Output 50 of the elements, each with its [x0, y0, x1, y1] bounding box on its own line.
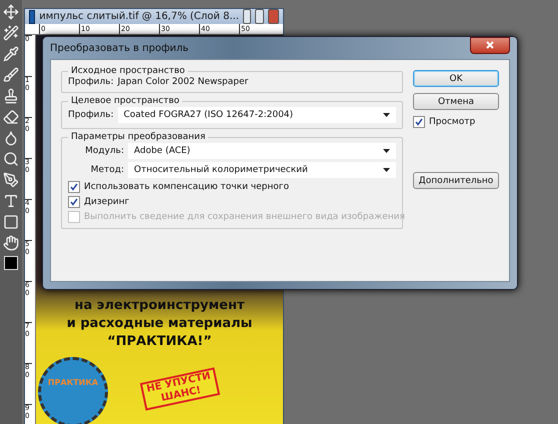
checkbox-label: Просмотр [429, 117, 476, 127]
field-label: Профиль: [68, 110, 114, 120]
app-icon [29, 10, 36, 24]
option-dropdown[interactable]: Относительный колориметрический [128, 162, 396, 178]
field-label: Профиль: [68, 77, 114, 87]
dropdown-arrow-icon [383, 113, 390, 117]
group-title: Целевое пространство [70, 96, 180, 106]
maximize-button[interactable] [255, 9, 264, 24]
ok-button[interactable]: OK [413, 70, 499, 87]
eraser-icon[interactable] [3, 109, 19, 125]
checkbox-label: Использовать компенсацию точки черного [84, 182, 289, 192]
group-title: Исходное пространство [70, 66, 186, 76]
field-label: Метод: [90, 165, 124, 175]
dialog-title: Преобразовать в профиль [50, 42, 189, 54]
window-title: импульс слитый.tif @ 16,7% (Слой 8... [39, 11, 239, 22]
poster-text: “ПРАКТИКА!” [107, 333, 212, 351]
sticker-text: ШАНС! [160, 384, 202, 405]
checkbox[interactable] [413, 116, 425, 128]
group-title: Параметры преобразования [70, 132, 206, 142]
move-icon[interactable] [3, 4, 19, 20]
checkbox-label: Дизеринг [84, 197, 130, 207]
profile-value: Japan Color 2002 Newspaper [118, 77, 248, 87]
field-label: Модуль: [84, 146, 124, 156]
checkbox[interactable] [68, 181, 80, 193]
poster-text: и расходные материалы [66, 315, 252, 333]
close-button[interactable] [470, 36, 510, 54]
dropdown-arrow-icon [383, 168, 390, 172]
pen-icon[interactable] [3, 172, 19, 188]
dropdown-arrow-icon [383, 149, 390, 153]
cancel-button[interactable]: Отмена [413, 93, 499, 110]
drop-icon[interactable] [3, 130, 19, 146]
eyedropper-icon[interactable] [3, 46, 19, 62]
checkbox[interactable] [68, 196, 80, 208]
brush-icon[interactable] [3, 67, 19, 83]
checkbox-label: Выполнить сведение для сохранения внешнего вида изображения [84, 212, 405, 222]
color-swatch[interactable] [4, 256, 18, 270]
profile-dropdown[interactable]: Coated FOGRA27 (ISO 12647-2:2004) [118, 107, 396, 123]
close-icon [486, 41, 494, 49]
hand-icon[interactable] [3, 235, 19, 251]
check-mark-icon [415, 118, 423, 126]
option-dropdown[interactable]: Adobe (ACE) [128, 143, 396, 159]
stamp-icon[interactable] [3, 88, 19, 104]
magic-wand-icon[interactable] [3, 25, 19, 41]
poster-text: на электроинструмент [74, 297, 244, 315]
text-icon[interactable] [3, 193, 19, 209]
disc-label: ПРАКТИКА [48, 378, 98, 387]
minimize-button[interactable] [243, 9, 252, 24]
rectangle-icon[interactable] [3, 214, 19, 230]
advanced-button[interactable]: Дополнительно [413, 172, 499, 189]
zoom-icon[interactable] [3, 151, 19, 167]
